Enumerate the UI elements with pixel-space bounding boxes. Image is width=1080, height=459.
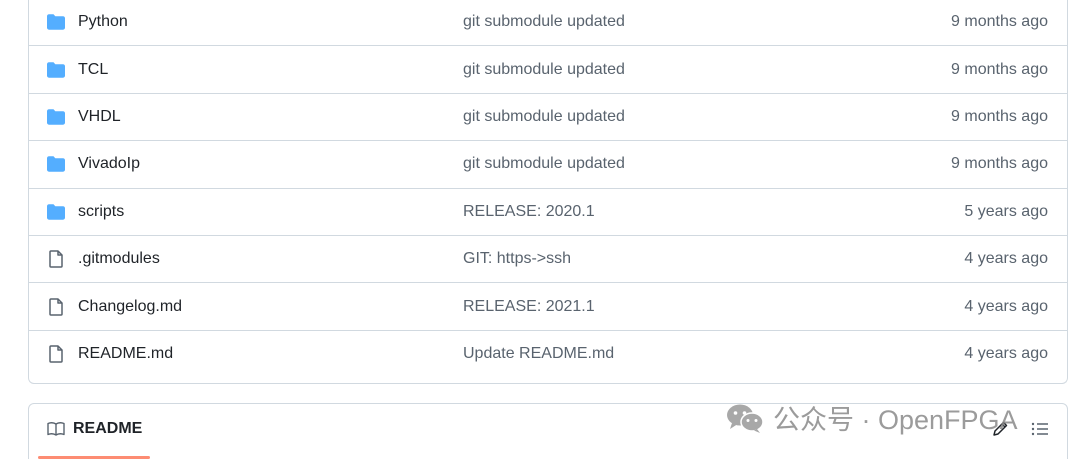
commit-message-link[interactable]: git submodule updated [463, 155, 625, 173]
commit-date: 9 months ago [951, 107, 1048, 125]
commit-message-link[interactable]: RELEASE: 2020.1 [463, 203, 595, 221]
file-name-link[interactable]: README.md [78, 345, 173, 363]
table-row[interactable]: Changelog.md RELEASE: 2021.1 4 years ago [29, 282, 1067, 329]
commit-message-link[interactable]: git submodule updated [463, 108, 625, 126]
commit-message-link[interactable]: git submodule updated [463, 61, 625, 79]
folder-icon [47, 203, 65, 221]
file-icon [47, 297, 65, 316]
file-icon [47, 345, 65, 363]
commit-date: 4 years ago [964, 297, 1048, 315]
commit-date: 9 months ago [951, 155, 1048, 173]
table-row[interactable]: README.md Update README.md 4 years ago [29, 329, 1067, 377]
file-name-link[interactable]: .gitmodules [78, 250, 160, 268]
book-icon [47, 421, 65, 437]
file-icon [47, 250, 65, 268]
commit-date: 5 years ago [964, 202, 1048, 220]
folder-icon [47, 155, 65, 173]
commit-message-link[interactable]: GIT: https->ssh [463, 250, 571, 268]
readme-tab-label: README [73, 420, 143, 437]
table-row[interactable]: VivadoIp git submodule updated 9 months ag… [29, 140, 1067, 187]
file-name-link[interactable]: Changelog.md [78, 298, 182, 316]
table-row[interactable]: VHDL git submodule updated 9 months ago [29, 92, 1067, 140]
file-name-link[interactable]: VHDL [78, 108, 121, 126]
commit-date: 9 months ago [951, 60, 1048, 78]
commit-message-link[interactable]: git submodule updated [463, 13, 625, 31]
file-name-link[interactable]: VivadoIp [78, 155, 140, 173]
folder-icon [47, 13, 65, 31]
commit-message-link[interactable]: Update README.md [463, 345, 614, 363]
table-row[interactable]: .gitmodules GIT: https->ssh 4 years ago [29, 234, 1067, 282]
table-row[interactable]: scripts RELEASE: 2020.1 5 years ago [29, 187, 1067, 235]
file-table: Python git submodule updated 9 months ago T… [28, 0, 1068, 384]
readme-actions [991, 420, 1049, 438]
file-name-link[interactable]: TCL [78, 61, 108, 79]
table-row[interactable]: TCL git submodule updated 9 months ago [29, 45, 1067, 92]
table-row[interactable]: Python git submodule updated 9 months ago [29, 0, 1067, 45]
file-name-link[interactable]: scripts [78, 203, 124, 221]
readme-tab[interactable]: README [47, 420, 142, 438]
commit-date: 4 years ago [964, 344, 1048, 362]
commit-date: 4 years ago [964, 250, 1048, 268]
folder-icon [47, 108, 65, 126]
repo-file-browser: Python git submodule updated 9 months ago T… [0, 0, 1080, 459]
folder-icon [47, 61, 65, 79]
commit-date: 9 months ago [951, 13, 1048, 31]
readme-panel: README [28, 403, 1068, 459]
commit-message-link[interactable]: RELEASE: 2021.1 [463, 298, 595, 316]
file-name-link[interactable]: Python [78, 13, 128, 31]
pencil-icon[interactable] [991, 420, 1009, 438]
list-icon[interactable] [1031, 421, 1049, 437]
